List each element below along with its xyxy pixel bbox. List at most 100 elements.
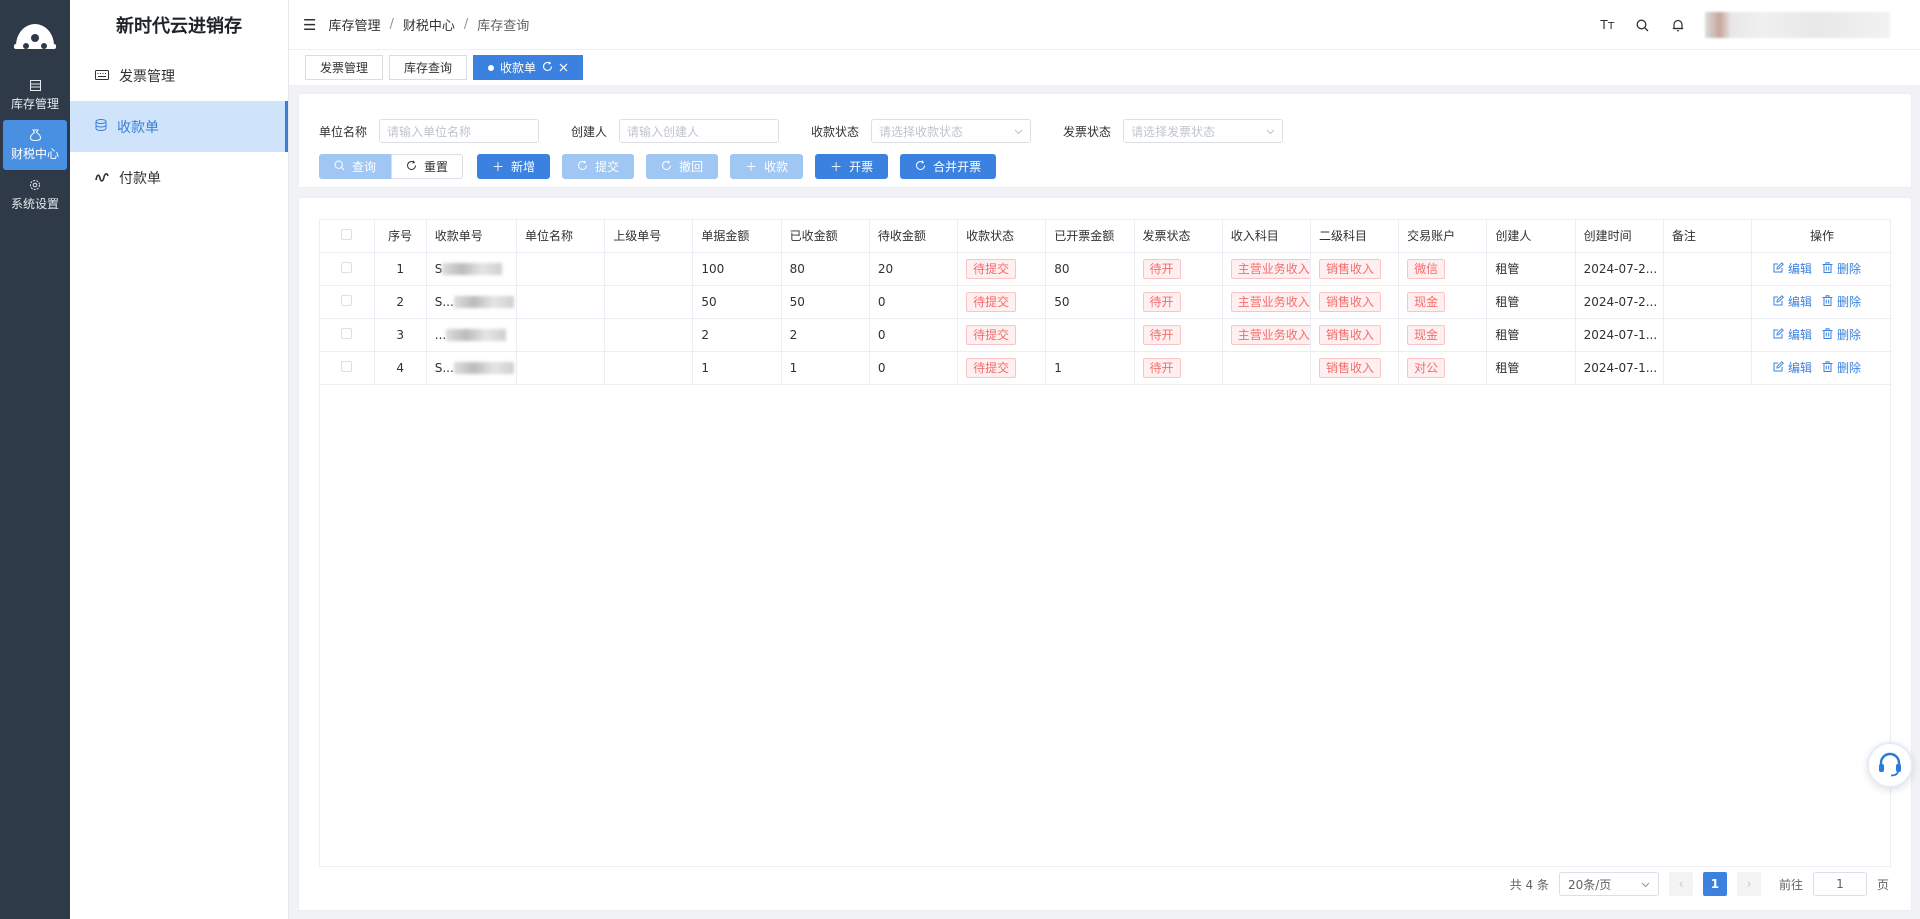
table-row: 1 S 100 80 20 待提交 80 待开 主营业务收入 销售收入 微信 租管 2024-07-2.… [320,252,1892,286]
cell-pending: 0 [869,351,959,385]
goto-page-input[interactable]: 1 [1812,872,1867,896]
money-bag-icon [29,129,42,142]
page-size-select[interactable]: 20条/页 [1558,872,1659,896]
sidebar-item-receipt[interactable]: 收款单 [70,101,288,152]
breadcrumb-item[interactable]: 财税中心 [403,15,455,34]
cell-amount: 50 [692,285,782,319]
row-checkbox[interactable] [341,294,353,306]
search-button[interactable]: 查询 [319,154,392,179]
unit-name-input[interactable]: 请输入单位名称 [379,119,540,143]
status-badge: 待提交 [966,324,1017,345]
select-all-checkbox[interactable] [341,228,353,240]
select-all-cell [320,220,375,253]
font-size-icon[interactable]: Tт [1600,18,1615,33]
tab-label: 收款单 [500,61,537,75]
edit-button[interactable]: 编辑 [1773,359,1812,376]
close-icon[interactable] [559,61,568,75]
cell-status: 待提交 [957,318,1047,352]
table-row: 4 S... 1 1 0 待提交 1 待开 销售收入 对公 租管 2024-07-1... 编辑 删除 [320,351,1892,385]
rail-item-settings[interactable]: 系统设置 [0,170,70,220]
row-checkbox[interactable] [341,261,353,273]
sidebar-item-payment[interactable]: 付款单 [70,152,288,203]
customer-service-button[interactable] [1867,742,1913,788]
cell-sub: 销售收入 [1310,351,1400,385]
column-header: 收款单号 [426,220,517,253]
next-page-button[interactable]: › [1736,872,1761,896]
receipt-code: ... [434,327,447,342]
row-checkbox[interactable] [341,360,353,372]
row-select-cell [320,351,375,385]
breadcrumb-separator: / [463,17,469,32]
plus-icon: ＋ [830,160,843,174]
revoke-button[interactable]: 撤回 [646,154,719,179]
cell-remark [1663,351,1753,385]
filter-fields: 单位名称 请输入单位名称 创建人 请输入创建人 收款状态 请选择收款状态 发票状… [319,119,1315,143]
page-number-current[interactable]: 1 [1702,872,1727,896]
status-badge: 现金 [1407,291,1446,312]
cell-received: 80 [781,252,870,286]
prev-page-button[interactable]: ‹ [1668,872,1693,896]
status-badge: 待提交 [966,258,1017,279]
button-label: 编辑 [1788,361,1813,375]
tab-label: 发票管理 [320,61,369,75]
tab-stock-query[interactable]: 库存查询 [389,55,468,80]
receipt-status-select[interactable]: 请选择收款状态 [871,119,1032,143]
action-buttons: 查询 重置 ＋ 新增 提交 撤回 ＋ 收款 ＋ 开票 合并开票 [319,154,997,179]
reset-button[interactable]: 重置 [391,154,464,179]
add-button[interactable]: ＋ 新增 [477,154,551,179]
invoice-status-select[interactable]: 请选择发票状态 [1123,119,1284,143]
cell-remark [1663,252,1753,286]
column-header: 待收金额 [869,220,959,253]
submit-button[interactable]: 提交 [562,154,635,179]
search-icon[interactable] [1635,18,1650,33]
cell-created: 2024-07-2... [1575,252,1664,286]
plus-icon: ＋ [745,160,758,174]
column-header: 创建人 [1486,220,1576,253]
column-header: 序号 [374,220,427,253]
cell-remark [1663,285,1753,319]
receipt-code: S... [434,294,454,309]
sub-sidebar: 新时代云进销存 发票管理 收款单 付款单 [70,0,289,919]
edit-button[interactable]: 编辑 [1773,260,1812,277]
cell-income: 主营业务收入 [1222,252,1311,286]
cell-account: 现金 [1398,285,1488,319]
bell-icon[interactable] [1670,18,1685,33]
invoice-button[interactable]: ＋ 开票 [815,154,889,179]
refresh-icon[interactable] [542,60,553,75]
delete-button[interactable]: 删除 [1822,293,1861,310]
edit-button[interactable]: 编辑 [1773,293,1812,310]
filter-unit: 单位名称 请输入单位名称 [319,119,540,143]
app-rail: 库存管理 财税中心 系统设置 [0,0,70,919]
button-label: 撤回 [679,160,704,174]
tab-receipt[interactable]: 收款单 [473,55,584,80]
pagination-total: 共 4 条 [1509,877,1549,892]
search-reset-group: 查询 重置 [319,154,464,179]
edit-icon [1773,327,1784,342]
rail-item-finance[interactable]: 财税中心 [3,120,67,170]
sidebar-item-invoice[interactable]: 发票管理 [70,50,288,101]
menu-toggle-icon[interactable]: ☰ [303,16,316,34]
cell-created: 2024-07-1... [1575,351,1664,385]
creator-input[interactable]: 请输入创建人 [619,119,780,143]
tab-invoice[interactable]: 发票管理 [305,55,384,80]
cell-created: 2024-07-2... [1575,285,1664,319]
user-profile[interactable] [1705,12,1890,38]
delete-button[interactable]: 删除 [1822,260,1861,277]
button-label: 提交 [595,160,620,174]
column-header: 单位名称 [516,220,606,253]
table-body: 1 S 100 80 20 待提交 80 待开 主营业务收入 销售收入 微信 租管 2024-07-2.… [320,252,1892,385]
collect-button[interactable]: ＋ 收款 [730,154,804,179]
refresh-icon [577,159,588,174]
merge-invoice-button[interactable]: 合并开票 [900,154,997,179]
edit-button[interactable]: 编辑 [1773,326,1812,343]
cell-invoiced: 80 [1045,252,1135,286]
delete-button[interactable]: 删除 [1822,359,1861,376]
cell-unit [516,252,606,286]
row-checkbox[interactable] [341,327,353,339]
cell-sub: 销售收入 [1310,252,1400,286]
delete-button[interactable]: 删除 [1822,326,1861,343]
top-header: ☰ 库存管理 / 财税中心 / 库存查询 Tт [289,0,1920,50]
rail-item-inventory[interactable]: 库存管理 [0,70,70,120]
breadcrumb-item[interactable]: 库存管理 [328,15,380,34]
cell-parent [604,318,694,352]
